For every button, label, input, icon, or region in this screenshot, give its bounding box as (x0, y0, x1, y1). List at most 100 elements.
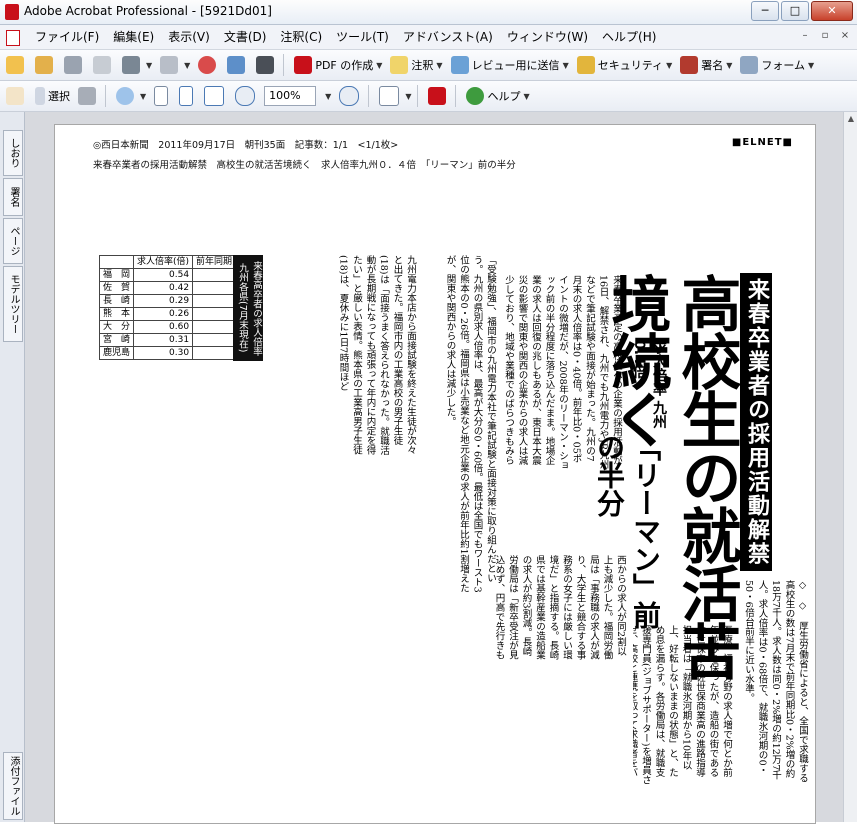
page-layout-button[interactable]: ▼ (377, 84, 413, 108)
tab-model-tree[interactable]: モデルツリー (3, 266, 23, 342)
chevron-down-icon: ▼ (726, 60, 733, 70)
doc-minimize-button[interactable]: – (797, 29, 813, 43)
menu-help[interactable]: ヘルプ(H) (595, 29, 663, 45)
table-header (98, 255, 135, 269)
clipping-header: ◎西日本新聞 2011年09月17日 朝刊35面 記事数：1/1 <1/1枚> (93, 140, 399, 151)
navigation-toolbar: 選択 ▼ 100% ▼ ▼ ヘルプ ▼ (0, 81, 857, 112)
paperclip-icon (160, 56, 179, 74)
save-button[interactable] (62, 53, 87, 77)
attach-button[interactable]: ▼ (158, 53, 192, 77)
zoom-in-button[interactable] (337, 84, 364, 108)
menu-comments[interactable]: 注釈(C) (273, 29, 329, 45)
send-review-button[interactable]: レビュー用に送信 ▼ (449, 53, 571, 77)
security-button[interactable]: セキュリティ ▼ (575, 53, 675, 77)
help-button[interactable]: ヘルプ ▼ (464, 84, 531, 108)
zoom-level-input[interactable]: 100% (264, 86, 317, 106)
elnet-brand: ■ELNET■ (731, 137, 793, 148)
toolbar-separator (283, 54, 285, 76)
chevron-down-icon: ▼ (376, 60, 383, 70)
chevron-down-icon: ▼ (405, 91, 412, 101)
chevron-down-icon: ▼ (666, 60, 673, 70)
tab-signatures[interactable]: 署名 (3, 178, 23, 216)
printer-icon (93, 56, 111, 74)
tab-pages[interactable]: ページ (3, 218, 23, 264)
yahoo-button[interactable] (426, 84, 451, 108)
prefecture-cell: 鹿児島 (98, 346, 135, 360)
open-button[interactable] (4, 53, 29, 77)
scroll-up-icon[interactable]: ▲ (844, 112, 857, 126)
yahoo-icon (428, 87, 447, 105)
article-column: 「受験勉強」、福岡市の九州電力本社で筆記試験と面接対策に取り組んだという。九州の… (444, 255, 497, 593)
close-button[interactable]: ✕ (811, 1, 853, 21)
select-label: 選択 (48, 90, 70, 103)
doc-restore-button[interactable]: ▫ (817, 29, 833, 43)
chevron-down-icon: ▼ (523, 91, 530, 101)
menu-document[interactable]: 文書(D) (217, 29, 274, 45)
maximize-button[interactable]: □ (781, 1, 809, 21)
table-header: 求人倍率(倍) (133, 255, 194, 269)
chevron-down-icon: ▼ (808, 60, 815, 70)
toolbar-separator (368, 85, 370, 107)
article-column: 来春卒業予定の高校生への企業の採用活動が16日、解禁され、九州でも九州電力やJR… (505, 275, 622, 471)
snapshot-button[interactable] (76, 84, 101, 108)
create-pdf-icon (294, 56, 313, 74)
find-button[interactable] (254, 53, 279, 77)
menu-view[interactable]: 表示(V) (161, 29, 217, 45)
zoom-menu-button[interactable]: ▼ (320, 84, 333, 108)
minimize-button[interactable]: ─ (751, 1, 779, 21)
create-pdf-label: PDF の作成 (315, 59, 374, 72)
menu-file[interactable]: ファイル(F) (28, 29, 106, 45)
stamp-button[interactable] (196, 53, 221, 77)
web-email-button[interactable] (225, 53, 250, 77)
prefecture-cell: 宮 崎 (98, 333, 135, 347)
ratio-cell: 0.42 (133, 281, 194, 295)
menu-advanced[interactable]: アドバンスト(A) (396, 29, 500, 45)
ratio-cell: 0.54 (133, 268, 194, 282)
prefecture-cell: 大 分 (98, 320, 135, 334)
zoom-out-icon (235, 86, 256, 106)
ratio-cell: 0.60 (133, 320, 194, 334)
zoom-tool-button[interactable]: ▼ (114, 84, 148, 108)
form-button[interactable]: フォーム ▼ (738, 53, 816, 77)
navigation-pane: しおり 署名 ページ モデルツリー 添付ファイル (0, 112, 25, 822)
organizer-button[interactable] (33, 53, 58, 77)
pdf-page: ◎西日本新聞 2011年09月17日 朝刊35面 記事数：1/1 <1/1枚> … (54, 124, 816, 824)
select-tool-button[interactable]: 選択 (33, 84, 72, 108)
magnifier-icon (116, 87, 134, 105)
tab-bookmarks[interactable]: しおり (3, 130, 23, 176)
chevron-down-icon: ▼ (436, 60, 443, 70)
menu-tools[interactable]: ツール(T) (329, 29, 396, 45)
hand-tool-button[interactable] (4, 84, 29, 108)
menu-edit[interactable]: 編集(E) (106, 29, 161, 45)
toolbar-separator (105, 85, 106, 107)
camera-icon (78, 87, 96, 105)
main-toolbar: ▼ ▼ PDF の作成 ▼ 注釈 ▼ レビュー用に送信 ▼ セキュリティ ▼ 署名 ▼ フ… (0, 50, 857, 81)
print-button[interactable] (91, 53, 116, 77)
article-column: 西からの求人が同2割以上も減少した。福岡労働局は「事務職の求人が減り、大学生と競… (495, 555, 626, 660)
chevron-down-icon: ▼ (184, 60, 191, 70)
globe-envelope-icon (227, 56, 246, 74)
article-column: ◇ ◇ 厚生労働省によると、全国で求職する高校生の数は7月末で前年同期比0・2%… (743, 580, 808, 783)
article-column: 九州電力本店から面接試験を終えた生徒が次々と出てきた。福岡市内の工業高校の男子生… (337, 255, 417, 455)
email-button[interactable]: ▼ (120, 53, 154, 77)
actual-size-button[interactable] (152, 84, 173, 108)
table-caption: 来春高卒者の求人倍率 九州各県(7月末現在) (233, 255, 263, 361)
fit-width-button[interactable] (202, 84, 229, 108)
vertical-scrollbar[interactable]: ▲ (843, 112, 857, 822)
chevron-down-icon: ▼ (146, 60, 153, 70)
security-label: セキュリティ (597, 59, 664, 72)
pen-icon (680, 56, 699, 74)
doc-close-button[interactable]: × (837, 29, 853, 43)
document-icon[interactable] (6, 30, 20, 46)
create-pdf-button[interactable]: PDF の作成 ▼ (292, 53, 384, 77)
tab-attachments[interactable]: 添付ファイル (3, 752, 23, 820)
window-title: Adobe Acrobat Professional - [5921Dd01] (24, 4, 272, 18)
open-folder-icon (6, 56, 24, 74)
chevron-down-icon: ▼ (325, 91, 332, 101)
zoom-out-button[interactable] (233, 84, 260, 108)
menu-window[interactable]: ウィンドウ(W) (500, 29, 595, 45)
sign-button[interactable]: 署名 ▼ (678, 53, 734, 77)
fit-page-button[interactable] (177, 84, 198, 108)
comment-button[interactable]: 注釈 ▼ (388, 53, 444, 77)
hand-icon (6, 87, 24, 105)
